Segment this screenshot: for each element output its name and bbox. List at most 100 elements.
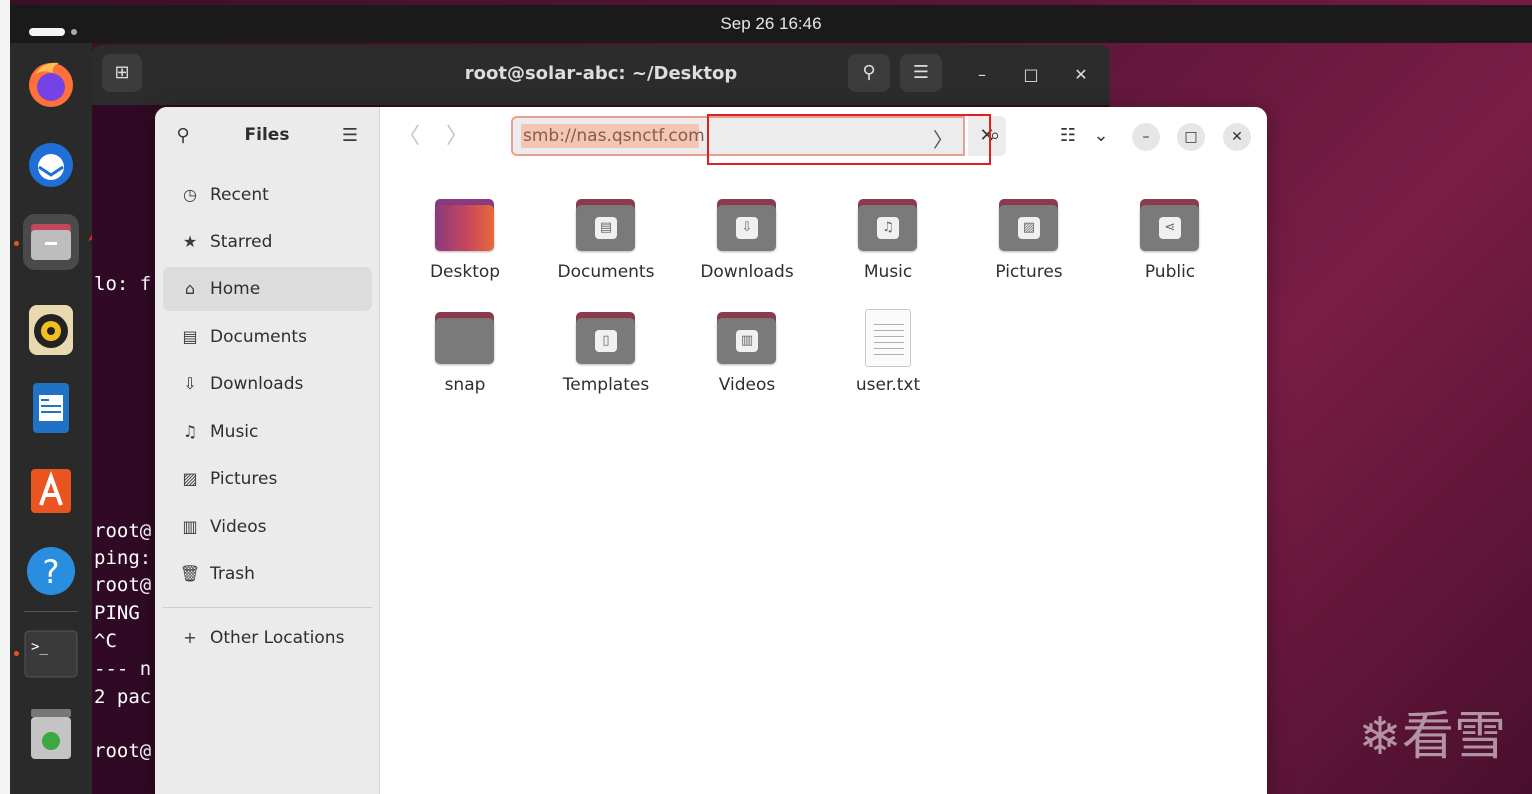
trash-icon: 🗑	[179, 564, 201, 583]
files-icon[interactable]	[23, 214, 79, 270]
home-icon: ⌂	[184, 279, 196, 298]
rhythmbox-icon[interactable]	[23, 301, 79, 357]
sidebar-item-label: Videos	[210, 517, 267, 537]
sidebar-item-label: Music	[210, 422, 259, 442]
terminal-menu-icon[interactable]: ☰	[900, 54, 942, 92]
close-icon[interactable]: ✕	[1223, 123, 1251, 151]
folder-item[interactable]: ⋖ Public	[1110, 199, 1230, 309]
folder-item[interactable]: ⇩ Downloads	[687, 199, 807, 309]
forward-arrow-icon[interactable]: 〉	[445, 123, 469, 151]
sidebar-item-other-locations[interactable]: + Other Locations	[163, 616, 372, 660]
item-label: user.txt	[855, 375, 921, 395]
thunderbird-icon[interactable]	[23, 135, 79, 191]
folder-item[interactable]: ♫ Music	[828, 199, 948, 309]
files-window: ⚲ Files ☰ ◷ Recent ★ Starred ⌂ Home ▤ Do…	[155, 107, 1267, 794]
annotation-box	[707, 114, 991, 165]
terminal-line: ^C	[94, 630, 117, 652]
folder-item[interactable]: snap	[405, 312, 525, 422]
sidebar-item-videos[interactable]: ▥ Videos	[163, 505, 372, 549]
folder-item[interactable]: ▯ Templates	[546, 312, 666, 422]
document-icon: ▤	[182, 327, 198, 346]
star-icon: ★	[182, 232, 198, 251]
sidebar-item-label: Home	[210, 279, 261, 299]
sidebar-item-pictures[interactable]: ▨ Pictures	[163, 457, 372, 501]
maximize-icon[interactable]: □	[1177, 123, 1205, 151]
sidebar-item-label: Downloads	[210, 374, 304, 394]
downloads-folder-icon: ⇩	[717, 199, 776, 251]
hamburger-menu-icon[interactable]: ☰	[335, 121, 365, 151]
minimize-icon[interactable]: –	[1132, 123, 1160, 151]
files-main-area: 〈 〉 〉 ✕ ⌕ ☷ ⌄ – □ ✕ Desktop ▤ Documents …	[380, 107, 1267, 794]
terminal-minimize-icon[interactable]: –	[968, 61, 996, 89]
dock-separator	[24, 611, 78, 612]
sidebar-item-label: Documents	[210, 327, 307, 347]
sidebar-item-music[interactable]: ♫ Music	[163, 410, 372, 454]
picture-icon: ▨	[182, 469, 198, 488]
sidebar-item-label: Pictures	[210, 469, 278, 489]
item-label: Documents	[557, 262, 655, 282]
terminal-search-icon[interactable]: ⚲	[848, 54, 890, 92]
terminal-maximize-icon[interactable]: □	[1017, 61, 1045, 89]
folder-item[interactable]: Desktop	[405, 199, 525, 309]
list-view-icon[interactable]: ☷	[1053, 121, 1083, 151]
clock-icon: ◷	[183, 185, 197, 204]
music-folder-icon: ♫	[858, 199, 917, 251]
sidebar-item-trash[interactable]: 🗑 Trash	[163, 552, 372, 596]
clock[interactable]: Sep 26 16:46	[10, 14, 1532, 34]
sidebar-divider	[163, 607, 372, 608]
videos-folder-icon: ▥	[717, 312, 776, 364]
music-icon: ♫	[182, 422, 198, 441]
files-running-dot	[14, 241, 19, 246]
folder-item[interactable]: ▤ Documents	[546, 199, 666, 309]
video-icon: ▥	[182, 517, 198, 536]
pictures-folder-icon: ▨	[999, 199, 1058, 251]
folder-item[interactable]: ▨ Pictures	[969, 199, 1089, 309]
terminal-line: root@	[94, 740, 152, 762]
dock: ? >_	[10, 43, 92, 794]
sidebar-item-downloads[interactable]: ⇩ Downloads	[163, 362, 372, 406]
sidebar-item-recent[interactable]: ◷ Recent	[163, 173, 372, 217]
watermark-logo: ❄看雪	[1358, 707, 1506, 767]
view-options-chevron-down-icon[interactable]: ⌄	[1086, 121, 1116, 151]
item-label: Templates	[562, 375, 650, 395]
terminal-line: ping:	[94, 547, 152, 569]
terminal-line: root@	[94, 520, 152, 542]
back-arrow-icon[interactable]: 〈	[397, 123, 421, 151]
sidebar-item-starred[interactable]: ★ Starred	[163, 220, 372, 264]
sidebar-item-home[interactable]: ⌂ Home	[163, 267, 372, 311]
file-item[interactable]: user.txt	[828, 309, 948, 422]
svg-text:>_: >_	[31, 639, 48, 655]
item-label: Pictures	[995, 262, 1063, 282]
trash-icon[interactable]	[23, 705, 79, 761]
terminal-title: root@solar-abc: ~/Desktop	[464, 63, 738, 84]
sidebar-item-label: Recent	[210, 185, 269, 205]
item-label: Downloads	[700, 262, 794, 282]
top-bar: Sep 26 16:46	[10, 5, 1532, 43]
libreoffice-writer-icon[interactable]	[23, 381, 79, 437]
terminal-line: root@	[94, 574, 152, 596]
item-label: Videos	[718, 375, 776, 395]
snap-folder-icon	[435, 312, 494, 364]
sidebar-item-documents[interactable]: ▤ Documents	[163, 315, 372, 359]
item-label: snap	[444, 375, 486, 395]
terminal-close-icon[interactable]: ✕	[1067, 61, 1095, 89]
help-icon[interactable]: ?	[23, 541, 79, 597]
terminal-line: lo: f	[94, 273, 152, 295]
app-center-icon[interactable]	[23, 461, 79, 517]
item-label: Music	[863, 262, 913, 282]
svg-text:?: ?	[43, 553, 60, 591]
item-label: Public	[1144, 262, 1196, 282]
terminal-header: ⊞ root@solar-abc: ~/Desktop ⚲ ☰ – □ ✕	[92, 45, 1110, 105]
folder-item[interactable]: ▥ Videos	[687, 312, 807, 422]
files-sidebar: ⚲ Files ☰ ◷ Recent ★ Starred ⌂ Home ▤ Do…	[155, 107, 380, 794]
sidebar-item-label: Trash	[210, 564, 255, 584]
terminal-running-dot	[14, 651, 19, 656]
terminal-icon[interactable]: >_	[23, 625, 79, 681]
item-label: Desktop	[429, 262, 501, 282]
documents-folder-icon: ▤	[576, 199, 635, 251]
desktop-folder-icon	[435, 199, 494, 251]
screen-edge	[0, 0, 10, 794]
search-files-icon[interactable]: ⌕	[980, 121, 1010, 151]
firefox-icon[interactable]	[23, 55, 79, 111]
public-folder-icon: ⋖	[1140, 199, 1199, 251]
